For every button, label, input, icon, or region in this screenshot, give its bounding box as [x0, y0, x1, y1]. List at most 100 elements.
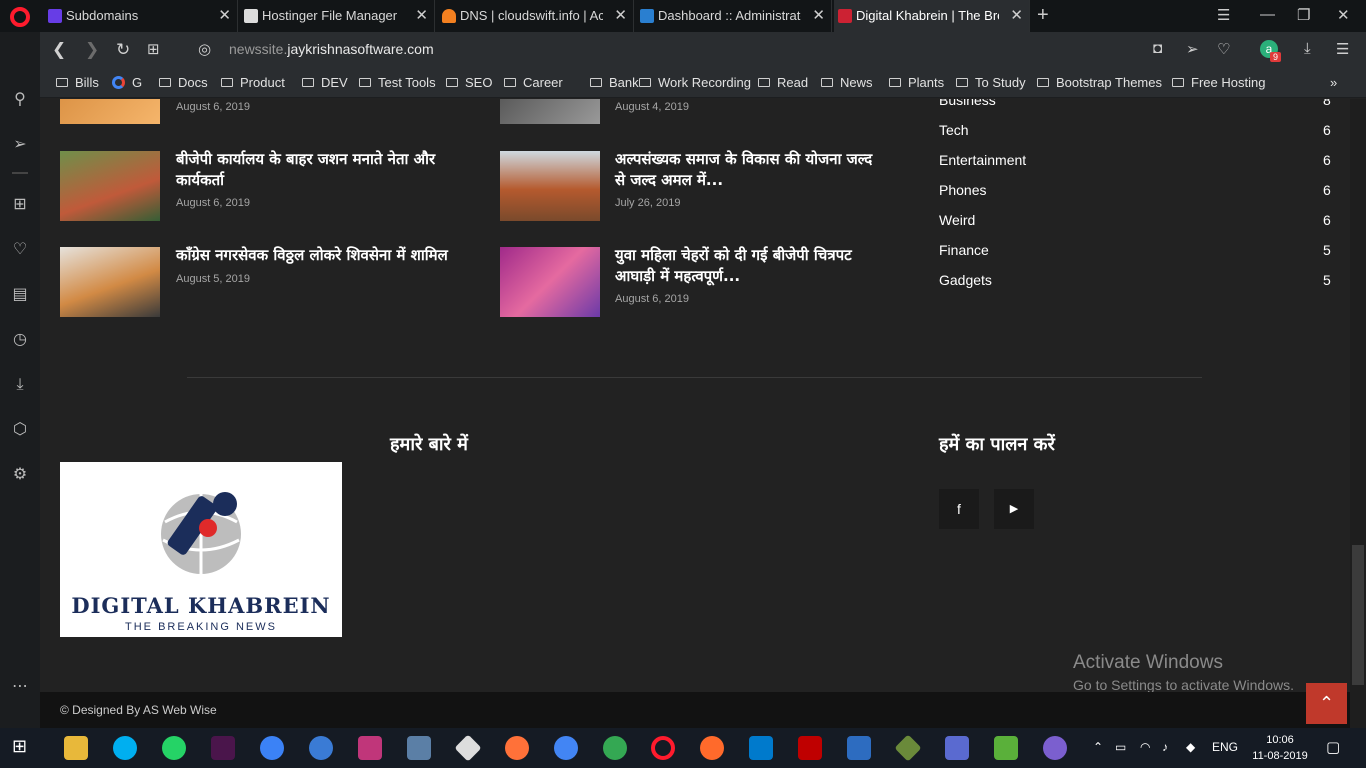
dropbox-icon[interactable]: ◆ [1186, 740, 1195, 754]
bookmark-bootstrap-themes[interactable]: Bootstrap Themes [1037, 75, 1162, 90]
chrome-canary-icon[interactable] [554, 736, 578, 760]
article-thumbnail[interactable] [500, 151, 600, 221]
opera-menu-icon[interactable] [10, 7, 30, 27]
category-link[interactable]: Weird [939, 212, 975, 228]
network-settings-icon[interactable] [945, 736, 969, 760]
history-icon[interactable]: ◷ [10, 330, 30, 350]
more-icon[interactable]: ⋯ [10, 677, 30, 697]
news-icon[interactable]: ▤ [10, 285, 30, 305]
volume-icon[interactable]: ♪ [1162, 740, 1168, 754]
bookmark-bills[interactable]: Bills [56, 75, 99, 90]
restore-icon[interactable]: ❐ [1297, 6, 1310, 24]
url-field[interactable]: newssite.jaykrishnasoftware.com [229, 41, 434, 57]
tab-menu-icon[interactable]: ☰ [1217, 6, 1230, 24]
tab-subdomains[interactable]: Subdomains ✕ [44, 0, 238, 32]
easy-setup-icon[interactable]: ☰ [1336, 40, 1349, 58]
site-logo[interactable]: DIGITAL KHABREIN THE BREAKING NEWS [60, 462, 342, 637]
inkscape-icon[interactable] [454, 734, 482, 762]
wifi-icon[interactable]: ◠ [1140, 740, 1150, 754]
back-icon[interactable]: ❮ [52, 40, 66, 60]
slack-icon[interactable] [211, 736, 235, 760]
speed-dial-icon[interactable]: ⊞ [10, 195, 30, 215]
whatsapp-icon[interactable] [162, 736, 186, 760]
close-tab-icon[interactable]: ✕ [218, 0, 231, 32]
article-title[interactable]: बीजेपी कार्यालय के बाहर जशन मनाते नेता औ… [176, 149, 466, 191]
search-icon[interactable]: ⚲ [10, 90, 30, 110]
settings-icon[interactable]: ⚙ [10, 465, 30, 485]
heart-icon[interactable]: ♡ [1217, 40, 1230, 58]
bookmark-news[interactable]: News [821, 75, 873, 90]
bookmark-read[interactable]: Read [758, 75, 808, 90]
more-bookmarks-icon[interactable]: » [1330, 75, 1337, 90]
skype-icon[interactable] [113, 736, 137, 760]
bookmark-product[interactable]: Product [221, 75, 285, 90]
scrollbar-thumb[interactable] [1352, 545, 1364, 685]
network-app-icon[interactable] [407, 736, 431, 760]
bookmark-seo[interactable]: SEO [446, 75, 492, 90]
youtube-icon[interactable]: ▶ [994, 489, 1034, 529]
facebook-icon[interactable]: f [939, 489, 979, 529]
extensions-icon[interactable]: ⬡ [10, 420, 30, 440]
windows-start-icon[interactable]: ⊞ [12, 736, 36, 760]
torrent-icon[interactable] [1043, 736, 1067, 760]
new-tab-icon[interactable]: + [1037, 4, 1049, 27]
bookmark-dev[interactable]: DEV [302, 75, 348, 90]
battery-icon[interactable]: ▭ [1115, 740, 1126, 754]
vscode-icon[interactable] [749, 736, 773, 760]
filezilla-icon[interactable] [798, 736, 822, 760]
category-link[interactable]: Gadgets [939, 272, 992, 288]
send-icon[interactable]: ➢ [1186, 40, 1199, 58]
firefox-icon[interactable] [505, 736, 529, 760]
tab-digital-khabrein[interactable]: Digital Khabrein | The Break ✕ [834, 0, 1030, 32]
window-app-icon[interactable] [847, 736, 871, 760]
close-tab-icon[interactable]: ✕ [415, 0, 428, 32]
close-window-icon[interactable]: ✕ [1337, 6, 1350, 24]
forward-icon[interactable]: ❯ [85, 40, 99, 60]
notifications-icon[interactable]: ▢ [1326, 738, 1340, 756]
postman-icon[interactable] [700, 736, 724, 760]
tab-file-manager[interactable]: Hostinger File Manager ✕ [240, 0, 435, 32]
bookmark-bank[interactable]: Bank [590, 75, 639, 90]
bookmark-work-recording[interactable]: Work Recording [639, 75, 751, 90]
article-thumbnail[interactable] [500, 99, 600, 124]
download-icon[interactable]: ⤓ [1304, 40, 1311, 57]
send-icon[interactable]: ➢ [10, 135, 30, 155]
minimize-icon[interactable]: — [1260, 6, 1275, 23]
clock[interactable]: 10:06 11-08-2019 [1250, 732, 1310, 764]
article-title[interactable]: युवा महिला चेहरों को दी गई बीजेपी चित्रप… [615, 245, 895, 287]
back-to-top-button[interactable]: ⌃ [1306, 683, 1347, 724]
simplenote-icon[interactable] [309, 736, 333, 760]
snapshot-icon[interactable]: ◘ [1153, 40, 1162, 57]
article-thumbnail[interactable] [60, 99, 160, 124]
article-thumbnail[interactable] [500, 247, 600, 317]
close-tab-icon[interactable]: ✕ [614, 0, 627, 32]
bookmark-test-tools[interactable]: Test Tools [359, 75, 436, 90]
show-hidden-icons[interactable]: ⌃ [1093, 740, 1103, 754]
file-explorer-icon[interactable] [64, 736, 88, 760]
notepad-icon[interactable] [994, 736, 1018, 760]
category-link[interactable]: Business [939, 99, 996, 108]
tab-dns[interactable]: DNS | cloudswift.info | Acco ✕ [438, 0, 634, 32]
git-icon[interactable] [894, 734, 922, 762]
article-thumbnail[interactable] [60, 151, 160, 221]
language-indicator[interactable]: ENG [1212, 740, 1238, 754]
article-title[interactable]: काँग्रेस नगरसेवक विठ्ठल लोकरे शिवसेना मे… [176, 245, 476, 266]
bookmark-free-hosting[interactable]: Free Hosting [1172, 75, 1265, 90]
bookmark-docs[interactable]: Docs [159, 75, 208, 90]
bookmark-to-study[interactable]: To Study [956, 75, 1026, 90]
category-link[interactable]: Tech [939, 122, 969, 138]
chrome-icon[interactable] [603, 736, 627, 760]
category-link[interactable]: Phones [939, 182, 986, 198]
opera-taskbar-icon[interactable] [651, 736, 675, 760]
category-link[interactable]: Entertainment [939, 152, 1026, 168]
heart-icon[interactable]: ♡ [10, 240, 30, 260]
tab-dashboard[interactable]: Dashboard :: Administrator ✕ [636, 0, 832, 32]
bookmark-google[interactable]: G [112, 75, 142, 90]
bookmark-plants[interactable]: Plants [889, 75, 944, 90]
reload-icon[interactable]: ↻ [116, 40, 130, 60]
category-link[interactable]: Finance [939, 242, 989, 258]
speed-dial-icon[interactable]: ⊞ [147, 40, 160, 58]
downloads-icon[interactable]: ⤓ [10, 375, 30, 395]
article-thumbnail[interactable] [60, 247, 160, 317]
app-icon[interactable] [260, 736, 284, 760]
